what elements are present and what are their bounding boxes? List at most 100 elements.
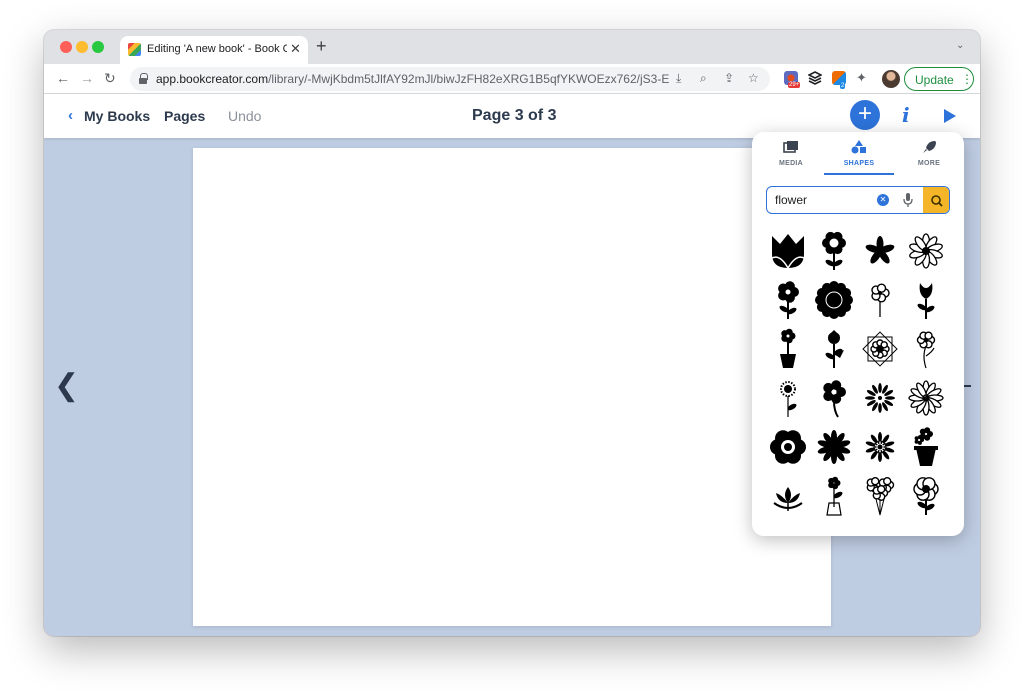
bookcreator-favicon-icon (128, 43, 141, 56)
round-petal-flower-icon[interactable] (812, 375, 856, 421)
starburst-flower-icon-glyph (865, 383, 895, 413)
shape-search-input[interactable] (775, 193, 875, 207)
flower-pot-icon[interactable] (904, 424, 948, 470)
info-button[interactable]: i (902, 103, 910, 127)
extension-2-badge: 2 (840, 83, 846, 89)
starburst-flower-icon[interactable] (858, 375, 902, 421)
url-text[interactable]: app.bookcreator.com/library/-MwjKbdm5tJl… (156, 72, 670, 86)
rose-leaves-icon[interactable] (812, 326, 856, 372)
layers-extension-icon[interactable] (807, 71, 823, 85)
search-button[interactable] (923, 187, 949, 213)
bouquet-icon[interactable] (858, 473, 902, 519)
dotted-burst-icon[interactable] (858, 424, 902, 470)
flower-stem-icon[interactable] (812, 228, 856, 274)
pages-button[interactable]: Pages (164, 108, 205, 124)
lock-icon (139, 73, 148, 84)
shapes-icon (851, 140, 866, 154)
profile-avatar[interactable] (882, 70, 900, 88)
round-petal-flower-icon-glyph (823, 380, 846, 418)
bouquet-icon-glyph (866, 476, 895, 516)
spiky-flower-icon[interactable] (812, 424, 856, 470)
previous-page-chevron-icon[interactable]: ❮ (54, 368, 79, 403)
asterisk-flower-icon-glyph (865, 236, 895, 264)
five-petal-stem-icon[interactable] (766, 277, 810, 323)
tab-search-button[interactable]: ⌄ (956, 40, 964, 51)
tulip-icon[interactable] (766, 228, 810, 274)
microphone-icon[interactable] (903, 192, 913, 208)
bookmark-star-icon[interactable]: ☆ (748, 71, 759, 85)
asterisk-flower-icon[interactable] (858, 228, 902, 274)
daisy-outline-icon[interactable] (904, 228, 948, 274)
tab-media[interactable]: MEDIA (756, 140, 826, 167)
shape-results-grid (766, 228, 954, 536)
flower-stem-icon-glyph (822, 231, 846, 270)
five-petal-stem-icon-glyph (778, 281, 799, 319)
small-sunflower-icon-glyph (780, 381, 797, 417)
puzzle-extensions-icon[interactable]: ✦ (856, 70, 870, 85)
tab-shapes[interactable]: SHAPES (824, 140, 894, 167)
daisy-petals-icon[interactable] (904, 375, 948, 421)
sunflower-bloom-icon[interactable] (812, 277, 856, 323)
tab-strip: Editing 'A new book' - Book Cr ✕ + ⌄ (44, 30, 980, 64)
mandala-flower-icon-glyph (862, 331, 898, 367)
dotted-burst-icon-glyph (865, 432, 895, 462)
bud-stem-icon[interactable] (904, 277, 948, 323)
page-title: Page 3 of 3 (472, 107, 557, 124)
scalloped-flower-icon[interactable] (766, 424, 810, 470)
line-flower-icon[interactable] (904, 326, 948, 372)
minimize-window-button[interactable] (76, 41, 88, 53)
chevron-left-icon[interactable]: ‹ (68, 107, 73, 124)
update-button[interactable]: Update ⋮ (904, 67, 974, 91)
active-tab-indicator (824, 173, 894, 175)
scalloped-flower-icon-glyph (770, 430, 806, 464)
my-books-link[interactable]: My Books (84, 108, 150, 124)
small-sunflower-icon[interactable] (766, 375, 810, 421)
line-flower-icon-glyph (916, 331, 936, 369)
tab-close-button[interactable]: ✕ (290, 41, 301, 57)
next-page-control[interactable] (963, 385, 971, 387)
bud-stem-icon-glyph (917, 283, 935, 319)
flower-vase-icon[interactable] (812, 473, 856, 519)
share-icon[interactable]: ⇪ (724, 71, 734, 85)
tulip-icon-glyph (771, 234, 805, 270)
sunflower-bloom-icon-glyph (815, 281, 853, 319)
book-page-canvas[interactable] (193, 148, 831, 626)
search-icon (931, 195, 943, 207)
new-tab-button[interactable]: + (316, 36, 327, 57)
doodle-flower-icon-glyph (871, 283, 890, 317)
clear-search-icon[interactable]: ✕ (877, 194, 889, 206)
play-icon[interactable] (944, 109, 956, 123)
zoom-icon[interactable]: ⌕ (700, 71, 707, 86)
forward-arrow-icon[interactable]: → (80, 70, 94, 86)
flower-vase-icon-glyph (826, 476, 843, 516)
add-button[interactable]: + (850, 100, 880, 130)
lotus-icon[interactable] (766, 473, 810, 519)
potted-flower-icon[interactable] (766, 326, 810, 372)
browser-toolbar: ← → ↻ app.bookcreator.com/library/-MwjKb… (44, 64, 980, 94)
poppy-icon[interactable] (904, 473, 948, 519)
spiky-flower-icon-glyph (817, 430, 851, 464)
reload-icon[interactable]: ↻ (104, 70, 116, 87)
rose-leaves-icon-glyph (825, 330, 844, 368)
address-bar[interactable]: app.bookcreator.com/library/-MwjKbdm5tJl… (130, 67, 770, 91)
browser-window: Editing 'A new book' - Book Cr ✕ + ⌄ ← →… (44, 30, 980, 636)
zoom-window-button[interactable] (92, 41, 104, 53)
daisy-petals-icon-glyph (908, 380, 944, 416)
media-icon (783, 141, 798, 153)
tab-title: Editing 'A new book' - Book Cr (147, 43, 287, 55)
doodle-flower-icon[interactable] (858, 277, 902, 323)
flower-pot-icon-glyph (914, 427, 938, 466)
install-app-icon[interactable]: ⤓ (676, 71, 681, 86)
close-window-button[interactable] (60, 41, 72, 53)
browser-menu-icon[interactable]: ⋮ (961, 72, 973, 86)
poppy-icon-glyph (913, 477, 939, 515)
mandala-flower-icon[interactable] (858, 326, 902, 372)
tab-more[interactable]: MORE (894, 140, 964, 167)
back-arrow-icon[interactable]: ← (56, 70, 70, 86)
rocket-icon (923, 141, 936, 153)
lotus-icon-glyph (773, 487, 803, 511)
undo-button[interactable]: Undo (228, 108, 261, 124)
add-content-panel: MEDIA SHAPES MORE ✕ (752, 132, 964, 536)
shape-search-box: ✕ (766, 186, 950, 214)
browser-tab[interactable]: Editing 'A new book' - Book Cr ✕ (120, 36, 308, 64)
